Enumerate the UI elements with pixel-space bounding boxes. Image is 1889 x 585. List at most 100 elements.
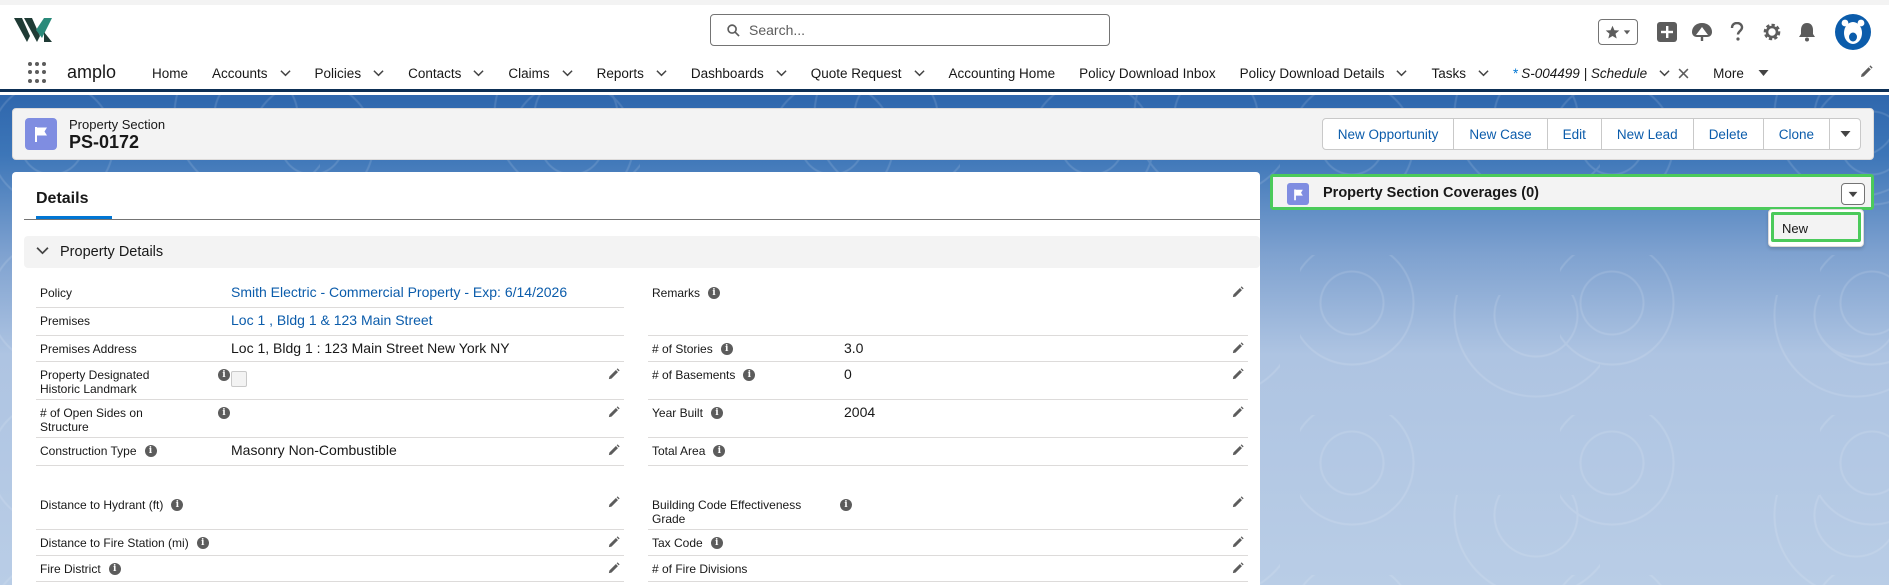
related-list-title[interactable]: Property Section Coverages (0): [1323, 185, 1539, 201]
edit-pencil-icon[interactable]: [1231, 286, 1244, 299]
record-object-type: Property Section: [69, 117, 166, 132]
info-icon[interactable]: i: [708, 287, 721, 299]
chevron-down-icon[interactable]: [776, 69, 787, 77]
policy-link[interactable]: Smith Electric - Commercial Property - E…: [231, 284, 567, 300]
chevron-down-icon[interactable]: [279, 69, 291, 77]
details-card: Details Property Details Policy Smith El…: [12, 172, 1260, 585]
active-tab-indicator: [36, 216, 112, 219]
nav-more-menu[interactable]: More: [1701, 66, 1781, 81]
edit-pencil-icon[interactable]: [1231, 562, 1244, 575]
nav-item-label: S-004499 | Schedule: [1521, 65, 1648, 81]
nav-item-home[interactable]: Home: [140, 57, 200, 89]
new-case-button[interactable]: New Case: [1453, 118, 1548, 150]
info-icon[interactable]: i: [840, 499, 852, 511]
chevron-down-icon[interactable]: [913, 69, 925, 77]
nav-item-claims[interactable]: Claims: [496, 57, 584, 89]
field-label-text: Property Designated Historic Landmark: [40, 368, 150, 396]
caret-down-icon: [1758, 70, 1769, 76]
nav-item-tasks[interactable]: Tasks: [1419, 57, 1501, 89]
record-actions: New Opportunity New Case Edit New Lead D…: [1321, 118, 1861, 150]
field-label: Total Area i: [652, 444, 726, 458]
nav-item-label: Accounts: [212, 65, 268, 81]
info-icon[interactable]: i: [196, 537, 209, 549]
info-icon[interactable]: i: [171, 499, 184, 511]
chevron-down-icon[interactable]: [656, 69, 667, 77]
edit-pencil-icon[interactable]: [607, 536, 620, 549]
chevron-down-icon[interactable]: [1659, 69, 1670, 77]
edit-pencil-icon[interactable]: [1231, 368, 1244, 381]
field-label-text: # of Basements: [652, 368, 736, 382]
info-icon[interactable]: i: [720, 343, 733, 355]
nav-item-policy-download-details[interactable]: Policy Download Details: [1228, 57, 1420, 89]
chevron-down-icon[interactable]: [1478, 69, 1489, 77]
chevron-down-icon[interactable]: [1396, 69, 1408, 77]
field-stories: # of Stories i 3.0: [648, 336, 1248, 362]
nav-item-contacts[interactable]: Contacts: [396, 57, 496, 89]
nav-item-quote-request[interactable]: Quote Request: [799, 57, 937, 89]
nav-item-reports[interactable]: Reports: [585, 57, 679, 89]
setup-button[interactable]: [1761, 21, 1783, 43]
info-icon[interactable]: i: [218, 369, 230, 381]
new-opportunity-button[interactable]: New Opportunity: [1321, 118, 1455, 150]
nav-item-dashboards[interactable]: Dashboards: [679, 57, 799, 89]
trailhead-button[interactable]: [1691, 21, 1713, 43]
nav-item-accounting-home[interactable]: Accounting Home: [937, 57, 1068, 89]
more-actions-button[interactable]: [1829, 118, 1861, 150]
chevron-down-icon[interactable]: [562, 69, 573, 77]
section-property-details[interactable]: Property Details: [24, 236, 1260, 268]
chevron-down-icon[interactable]: [473, 69, 484, 77]
clone-button[interactable]: Clone: [1762, 118, 1830, 150]
notifications-button[interactable]: [1796, 21, 1818, 43]
field-label-text: Distance to Hydrant (ft): [40, 498, 164, 512]
tab-details[interactable]: Details: [36, 190, 88, 208]
edit-pencil-icon[interactable]: [607, 562, 620, 575]
nav-item-label: Quote Request: [810, 65, 902, 81]
nav-item-active-schedule[interactable]: * S-004499 | Schedule: [1501, 57, 1701, 89]
nav-item-label: Policy Download Inbox: [1079, 65, 1216, 81]
info-icon[interactable]: i: [710, 407, 723, 419]
edit-nav-pencil-icon[interactable]: [1859, 65, 1873, 79]
user-avatar[interactable]: [1835, 14, 1871, 50]
related-list-actions-button[interactable]: [1841, 183, 1865, 205]
delete-button[interactable]: Delete: [1692, 118, 1764, 150]
search-input[interactable]: [749, 21, 1089, 39]
info-icon[interactable]: i: [710, 537, 723, 549]
field-premises-address: Premises Address Loc 1, Bldg 1 : 123 Mai…: [36, 336, 624, 362]
info-icon[interactable]: i: [713, 445, 726, 457]
help-button[interactable]: [1726, 21, 1748, 43]
chevron-down-icon[interactable]: [373, 69, 384, 77]
edit-pencil-icon[interactable]: [607, 406, 620, 419]
edit-pencil-icon[interactable]: [1231, 536, 1244, 549]
premises-link[interactable]: Loc 1 , Bldg 1 & 123 Main Street: [231, 312, 433, 328]
edit-pencil-icon[interactable]: [607, 444, 620, 457]
edit-pencil-icon[interactable]: [1231, 342, 1244, 355]
amplo-logo[interactable]: [14, 16, 54, 44]
nav-item-label: Policies: [314, 65, 362, 81]
new-lead-button[interactable]: New Lead: [1600, 118, 1694, 150]
field-label: Premises: [40, 314, 91, 328]
nav-item-accounts[interactable]: Accounts: [200, 57, 303, 89]
edit-pencil-icon[interactable]: [1231, 406, 1244, 419]
info-icon[interactable]: i: [144, 445, 157, 457]
edit-pencil-icon[interactable]: [607, 496, 620, 509]
nav-item-policies[interactable]: Policies: [303, 57, 397, 89]
app-launcher-icon[interactable]: [28, 62, 50, 84]
info-icon[interactable]: i: [108, 563, 121, 575]
close-tab-icon[interactable]: [1678, 68, 1689, 79]
edit-button[interactable]: Edit: [1546, 118, 1602, 150]
field-distance-fire-station: Distance to Fire Station (mi) i: [36, 530, 624, 556]
nav-items: Home Accounts Policies Contacts Claims R…: [140, 57, 1781, 89]
edit-pencil-icon[interactable]: [1231, 444, 1244, 457]
favorites-button[interactable]: [1598, 19, 1638, 45]
nav-item-label: Home: [152, 65, 189, 81]
nav-item-policy-download-inbox[interactable]: Policy Download Inbox: [1067, 57, 1228, 89]
edit-pencil-icon[interactable]: [1231, 496, 1244, 509]
global-actions-button[interactable]: [1656, 21, 1678, 43]
global-search[interactable]: [710, 14, 1110, 46]
field-label: # of Stories i: [652, 342, 733, 356]
info-icon[interactable]: i: [218, 407, 230, 419]
info-icon[interactable]: i: [743, 369, 756, 381]
menu-item-new[interactable]: New: [1771, 212, 1861, 242]
edit-pencil-icon[interactable]: [607, 368, 620, 381]
field-label: Year Built i: [652, 406, 723, 420]
